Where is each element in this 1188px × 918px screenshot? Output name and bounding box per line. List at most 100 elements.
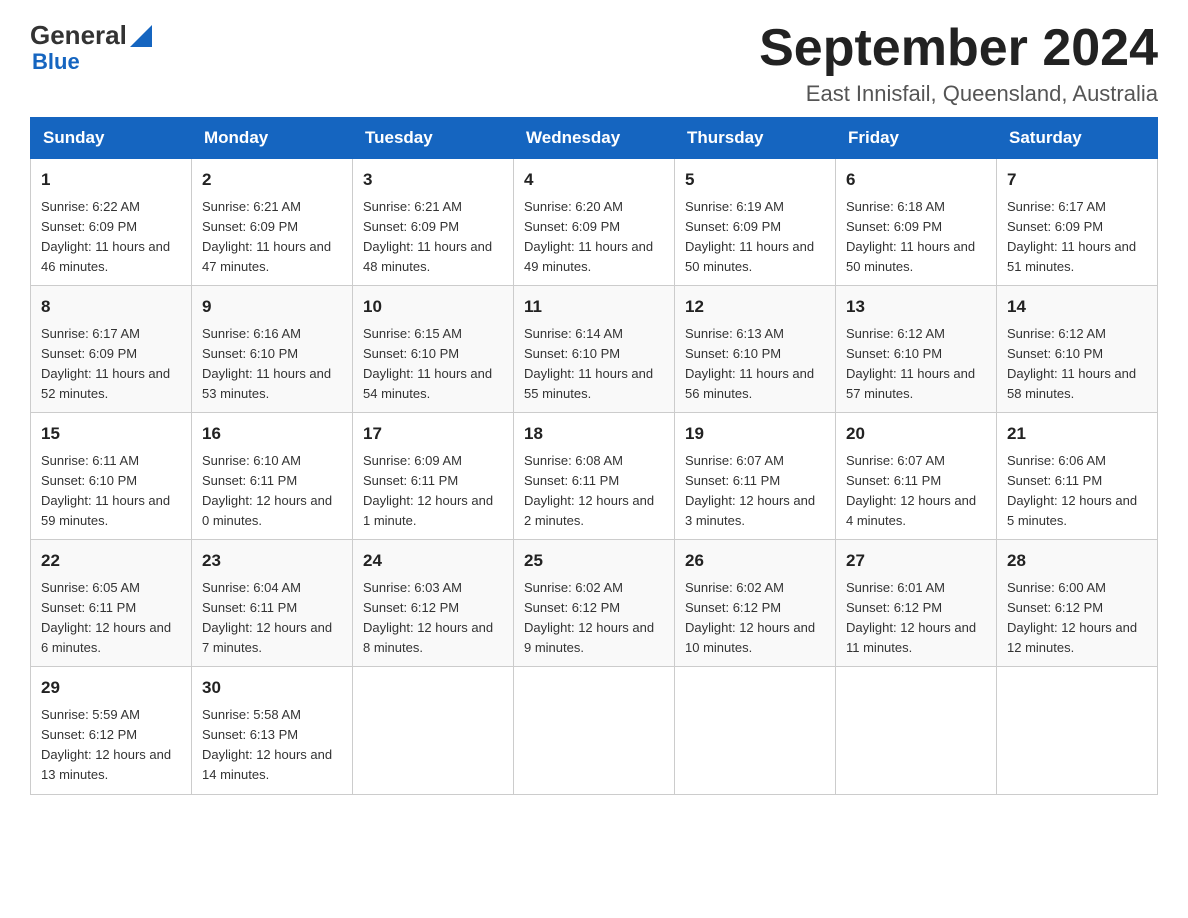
logo-blue-text: Blue (30, 49, 80, 75)
table-row: 1 Sunrise: 6:22 AMSunset: 6:09 PMDaylight… (31, 159, 192, 286)
header-tuesday: Tuesday (353, 118, 514, 159)
day-number: 8 (41, 294, 181, 320)
day-info: Sunrise: 6:10 AMSunset: 6:11 PMDaylight:… (202, 451, 342, 532)
day-number: 15 (41, 421, 181, 447)
table-row: 10Sunrise: 6:15 AMSunset: 6:10 PMDayligh… (353, 286, 514, 413)
table-row: 12 Sunrise: 6:13 AMSunset: 6:10 PMDayligh… (675, 286, 836, 413)
day-info: Sunrise: 6:12 AMSunset: 6:10 PMDaylight:… (1007, 324, 1147, 405)
logo-general-text: General (30, 20, 127, 51)
day-number: 12 (685, 294, 825, 320)
logo-icon (130, 25, 152, 47)
day-number: 5 (685, 167, 825, 193)
day-number: 1 (41, 167, 181, 193)
day-info: Sunrise: 6:01 AMSunset: 6:12 PMDaylight:… (846, 578, 986, 659)
table-row: 18 Sunrise: 6:08 AMSunset: 6:11 PMDayligh… (514, 413, 675, 540)
table-row: 2 Sunrise: 6:21 AMSunset: 6:09 PMDaylight… (192, 159, 353, 286)
day-info: Sunrise: 6:21 AMSunset: 6:09 PMDaylight:… (363, 197, 503, 278)
day-number: 6 (846, 167, 986, 193)
day-info: Sunrise: 6:03 AMSunset: 6:12 PMDaylight:… (363, 578, 503, 659)
logo: General Blue (30, 20, 152, 75)
table-row: 5 Sunrise: 6:19 AMSunset: 6:09 PMDaylight… (675, 159, 836, 286)
day-info: Sunrise: 6:02 AMSunset: 6:12 PMDaylight:… (685, 578, 825, 659)
day-number: 24 (363, 548, 503, 574)
day-number: 25 (524, 548, 664, 574)
day-number: 22 (41, 548, 181, 574)
table-row: 28 Sunrise: 6:00 AMSunset: 6:12 PMDayligh… (997, 540, 1158, 667)
calendar-week-row: 29 Sunrise: 5:59 AMSunset: 6:12 PMDayligh… (31, 667, 1158, 794)
table-row (836, 667, 997, 794)
day-number: 2 (202, 167, 342, 193)
day-info: Sunrise: 6:16 AMSunset: 6:10 PMDaylight:… (202, 324, 342, 405)
day-number: 13 (846, 294, 986, 320)
table-row: 20 Sunrise: 6:07 AMSunset: 6:11 PMDayligh… (836, 413, 997, 540)
title-area: September 2024 East Innisfail, Queenslan… (759, 20, 1158, 107)
table-row: 25 Sunrise: 6:02 AMSunset: 6:12 PMDayligh… (514, 540, 675, 667)
day-info: Sunrise: 6:08 AMSunset: 6:11 PMDaylight:… (524, 451, 664, 532)
calendar-week-row: 22Sunrise: 6:05 AMSunset: 6:11 PMDayligh… (31, 540, 1158, 667)
day-number: 19 (685, 421, 825, 447)
day-number: 18 (524, 421, 664, 447)
table-row: 14 Sunrise: 6:12 AMSunset: 6:10 PMDayligh… (997, 286, 1158, 413)
table-row: 27 Sunrise: 6:01 AMSunset: 6:12 PMDayligh… (836, 540, 997, 667)
day-number: 20 (846, 421, 986, 447)
calendar-week-row: 1 Sunrise: 6:22 AMSunset: 6:09 PMDaylight… (31, 159, 1158, 286)
day-info: Sunrise: 5:58 AMSunset: 6:13 PMDaylight:… (202, 705, 342, 786)
day-number: 30 (202, 675, 342, 701)
table-row: 19Sunrise: 6:07 AMSunset: 6:11 PMDayligh… (675, 413, 836, 540)
table-row (675, 667, 836, 794)
day-number: 11 (524, 294, 664, 320)
day-number: 16 (202, 421, 342, 447)
header-monday: Monday (192, 118, 353, 159)
day-number: 26 (685, 548, 825, 574)
day-number: 3 (363, 167, 503, 193)
header-friday: Friday (836, 118, 997, 159)
day-info: Sunrise: 6:02 AMSunset: 6:12 PMDaylight:… (524, 578, 664, 659)
day-info: Sunrise: 6:00 AMSunset: 6:12 PMDaylight:… (1007, 578, 1147, 659)
day-info: Sunrise: 6:09 AMSunset: 6:11 PMDaylight:… (363, 451, 503, 532)
table-row: 22Sunrise: 6:05 AMSunset: 6:11 PMDayligh… (31, 540, 192, 667)
table-row: 24 Sunrise: 6:03 AMSunset: 6:12 PMDayligh… (353, 540, 514, 667)
header-sunday: Sunday (31, 118, 192, 159)
day-number: 23 (202, 548, 342, 574)
day-info: Sunrise: 6:21 AMSunset: 6:09 PMDaylight:… (202, 197, 342, 278)
day-info: Sunrise: 6:06 AMSunset: 6:11 PMDaylight:… (1007, 451, 1147, 532)
table-row: 7Sunrise: 6:17 AMSunset: 6:09 PMDaylight… (997, 159, 1158, 286)
day-info: Sunrise: 6:17 AMSunset: 6:09 PMDaylight:… (41, 324, 181, 405)
day-number: 9 (202, 294, 342, 320)
header-wednesday: Wednesday (514, 118, 675, 159)
table-row: 8 Sunrise: 6:17 AMSunset: 6:09 PMDaylight… (31, 286, 192, 413)
day-info: Sunrise: 6:07 AMSunset: 6:11 PMDaylight:… (846, 451, 986, 532)
day-info: Sunrise: 6:13 AMSunset: 6:10 PMDaylight:… (685, 324, 825, 405)
table-row: 16 Sunrise: 6:10 AMSunset: 6:11 PMDayligh… (192, 413, 353, 540)
location-subtitle: East Innisfail, Queensland, Australia (759, 81, 1158, 107)
table-row (997, 667, 1158, 794)
day-info: Sunrise: 6:22 AMSunset: 6:09 PMDaylight:… (41, 197, 181, 278)
table-row: 3 Sunrise: 6:21 AMSunset: 6:09 PMDaylight… (353, 159, 514, 286)
day-number: 27 (846, 548, 986, 574)
table-row: 17Sunrise: 6:09 AMSunset: 6:11 PMDayligh… (353, 413, 514, 540)
day-info: Sunrise: 6:19 AMSunset: 6:09 PMDaylight:… (685, 197, 825, 278)
day-info: Sunrise: 6:20 AMSunset: 6:09 PMDaylight:… (524, 197, 664, 278)
table-row: 26 Sunrise: 6:02 AMSunset: 6:12 PMDayligh… (675, 540, 836, 667)
table-row: 23Sunrise: 6:04 AMSunset: 6:11 PMDayligh… (192, 540, 353, 667)
table-row: 30 Sunrise: 5:58 AMSunset: 6:13 PMDayligh… (192, 667, 353, 794)
day-number: 7 (1007, 167, 1147, 193)
header-thursday: Thursday (675, 118, 836, 159)
table-row: 21Sunrise: 6:06 AMSunset: 6:11 PMDayligh… (997, 413, 1158, 540)
day-number: 29 (41, 675, 181, 701)
day-info: Sunrise: 5:59 AMSunset: 6:12 PMDaylight:… (41, 705, 181, 786)
day-number: 28 (1007, 548, 1147, 574)
header-saturday: Saturday (997, 118, 1158, 159)
table-row: 15 Sunrise: 6:11 AMSunset: 6:10 PMDayligh… (31, 413, 192, 540)
table-row (353, 667, 514, 794)
day-info: Sunrise: 6:12 AMSunset: 6:10 PMDaylight:… (846, 324, 986, 405)
calendar-header-row: Sunday Monday Tuesday Wednesday Thursday… (31, 118, 1158, 159)
table-row: 11 Sunrise: 6:14 AMSunset: 6:10 PMDayligh… (514, 286, 675, 413)
month-title: September 2024 (759, 20, 1158, 77)
day-number: 10 (363, 294, 503, 320)
day-info: Sunrise: 6:14 AMSunset: 6:10 PMDaylight:… (524, 324, 664, 405)
day-info: Sunrise: 6:18 AMSunset: 6:09 PMDaylight:… (846, 197, 986, 278)
day-number: 14 (1007, 294, 1147, 320)
table-row: 13 Sunrise: 6:12 AMSunset: 6:10 PMDayligh… (836, 286, 997, 413)
day-info: Sunrise: 6:11 AMSunset: 6:10 PMDaylight:… (41, 451, 181, 532)
